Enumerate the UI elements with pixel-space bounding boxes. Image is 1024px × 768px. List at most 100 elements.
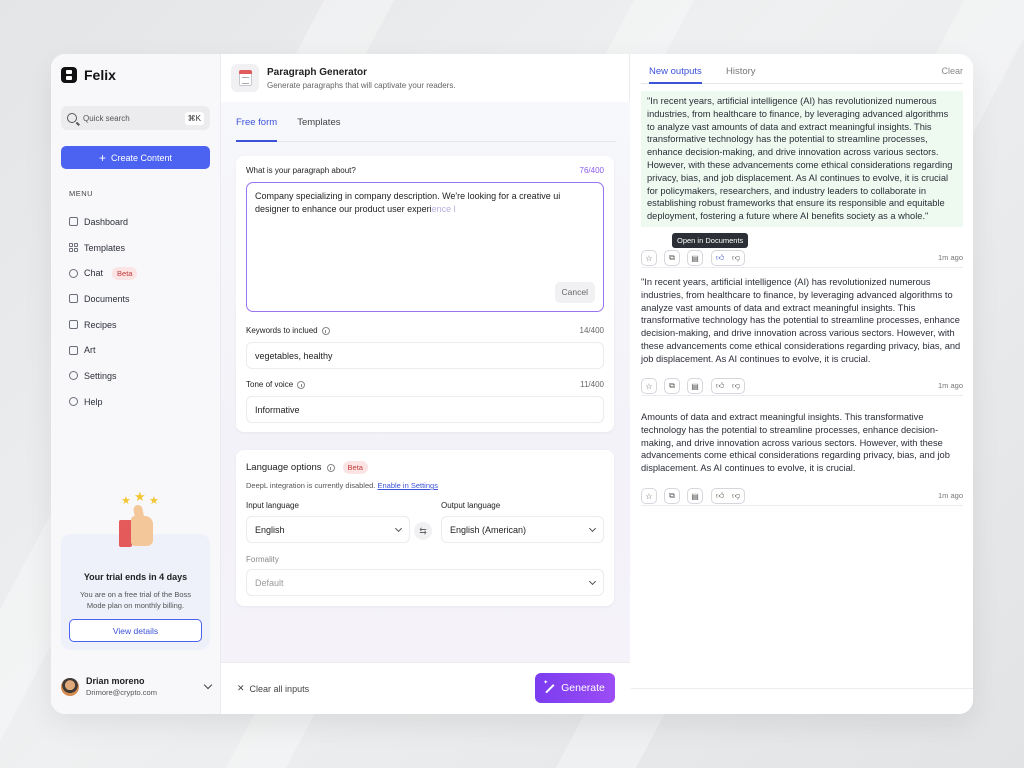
thumbs-up-illustration: ★ ★ ★ [109,490,169,554]
generator-footer: ✕ Clear all inputs Generate [221,662,630,714]
gear-icon [69,371,78,381]
deepl-text: DeepL integration is currently disabled. [246,481,376,490]
about-count: 76/400 [579,166,604,175]
output-time: 1m ago [937,491,963,500]
thumbs-up-icon[interactable]: 👍︎ [716,491,724,501]
tone-input[interactable]: Informative [246,396,604,423]
keywords-label-row: Keywords to inclued [246,326,330,335]
tone-value: Informative [255,404,300,415]
quick-search[interactable]: Quick search ⌘K [61,106,210,130]
input-language-select[interactable]: English [246,516,410,543]
notepad-icon [231,64,259,92]
document-icon [69,294,78,304]
sidebar-item-dashboard[interactable]: Dashboard [69,209,209,235]
avatar [61,677,79,696]
clear-inputs-button[interactable]: ✕ Clear all inputs [237,683,309,694]
keywords-label: Keywords to inclued [246,326,318,335]
output-language-label: Output language [441,501,501,510]
star-icon[interactable]: ☆ [641,250,657,266]
star-icon[interactable]: ☆ [641,378,657,394]
copy-icon[interactable]: ⧉ [664,488,680,504]
tone-label: Tone of voice [246,380,294,389]
image-icon [69,345,78,355]
page-subtitle: Generate paragraphs that will captivate … [267,80,456,90]
tab-free-form[interactable]: Free form [236,112,278,142]
thumbs-up-icon[interactable]: 👍︎ [716,253,724,263]
sidebar-item-settings[interactable]: Settings [69,363,209,389]
search-shortcut: ⌘K [184,111,204,125]
about-label: What is your paragraph about? [246,166,356,175]
star-icon: ★ [121,495,131,507]
star-icon: ★ [149,495,159,507]
thumbs-down-icon[interactable]: 👎︎ [732,381,740,391]
sidebar-item-label: Help [84,396,103,407]
chevron-down-icon[interactable] [203,680,213,689]
sidebar-item-label: Chat [84,268,104,279]
thumbs-down-icon[interactable]: 👎︎ [732,253,740,263]
clear-inputs-label: Clear all inputs [249,683,310,694]
sidebar-item-art[interactable]: Art [69,337,209,363]
chat-icon [69,268,78,278]
view-details-button[interactable]: View details [69,619,202,642]
thumbs-down-icon[interactable]: 👎︎ [732,491,740,501]
chevron-down-icon [394,524,403,532]
copy-icon[interactable]: ⧉ [664,378,680,394]
create-content-button[interactable]: + Create Content [61,146,210,169]
trial-description: You are on a free trial of the Boss Mode… [79,590,192,610]
thumbs-up-icon[interactable]: 👍︎ [716,381,724,391]
output-language-select[interactable]: English (American) [441,516,604,543]
open-document-icon[interactable]: ▤ [687,250,703,266]
search-icon [67,113,77,123]
trial-card: ★ ★ ★ Your trial ends in 4 days You are … [61,490,210,650]
about-ghost-text: ence l [431,204,456,214]
output-tabs: New outputs History [641,60,963,84]
sidebar-item-recipes[interactable]: Recipes [69,312,209,338]
info-icon[interactable] [326,463,335,472]
copy-icon[interactable]: ⧉ [664,250,680,266]
app-window: Felix Quick search ⌘K + Create Content M… [51,54,973,714]
tab-templates[interactable]: Templates [297,112,340,142]
feedback-buttons: 👍︎ 👎︎ [711,250,745,266]
info-icon[interactable] [297,380,306,389]
formality-value: Default [255,577,284,588]
open-document-icon[interactable]: ▤ [687,488,703,504]
tab-history[interactable]: History [726,66,756,84]
keywords-count: 14/400 [579,326,604,335]
input-language-label: Input language [246,501,299,510]
sidebar-item-documents[interactable]: Documents [69,286,209,312]
generator-panel: Paragraph Generator Generate paragraphs … [221,54,630,714]
clear-outputs-button[interactable]: Clear [941,66,963,76]
formality-select[interactable]: Default [246,569,604,596]
output-time: 1m ago [937,253,963,262]
about-textarea[interactable]: Company specializing in company descript… [246,182,604,312]
tab-new-outputs[interactable]: New outputs [649,66,702,84]
output-actions: ☆ ⧉ ▤ 👍︎ 👎︎ 1m ago [641,488,963,506]
recipe-icon [69,320,78,330]
sidebar-item-chat[interactable]: Chat Beta [69,260,209,286]
sidebar-item-templates[interactable]: Templates [69,235,209,261]
user-name: Drian moreno [86,676,145,686]
info-icon[interactable] [321,326,330,335]
sidebar-item-label: Recipes [84,319,117,330]
open-document-icon[interactable]: ▤ [687,378,703,394]
generator-tabs: Free form Templates [236,112,616,142]
output-language-value: English (American) [450,524,527,535]
sidebar-item-label: Documents [84,293,130,304]
chevron-down-icon [588,577,597,585]
cancel-button[interactable]: Cancel [554,282,595,303]
keywords-input[interactable]: vegetables, healthy [246,342,604,369]
generate-button[interactable]: Generate [535,673,615,703]
enable-settings-link[interactable]: Enable in Settings [377,481,437,490]
logo-icon [61,67,77,83]
brand[interactable]: Felix [61,67,116,83]
output-text: "In recent years, artificial intelligenc… [641,91,963,227]
keywords-value: vegetables, healthy [255,350,333,361]
swap-languages-icon[interactable]: ⇆ [414,522,432,540]
user-profile[interactable]: Drian moreno Drimore@crypto.com [61,676,213,697]
prompt-card: What is your paragraph about? 76/400 Com… [236,156,614,432]
outputs-panel: New outputs History Clear "In recent yea… [631,54,973,714]
output-actions: ☆ ⧉ ▤ 👍︎ 👎︎ 1m ago [641,378,963,396]
star-icon[interactable]: ☆ [641,488,657,504]
beta-badge: Beta [112,266,138,280]
sidebar-item-help[interactable]: Help [69,389,209,415]
